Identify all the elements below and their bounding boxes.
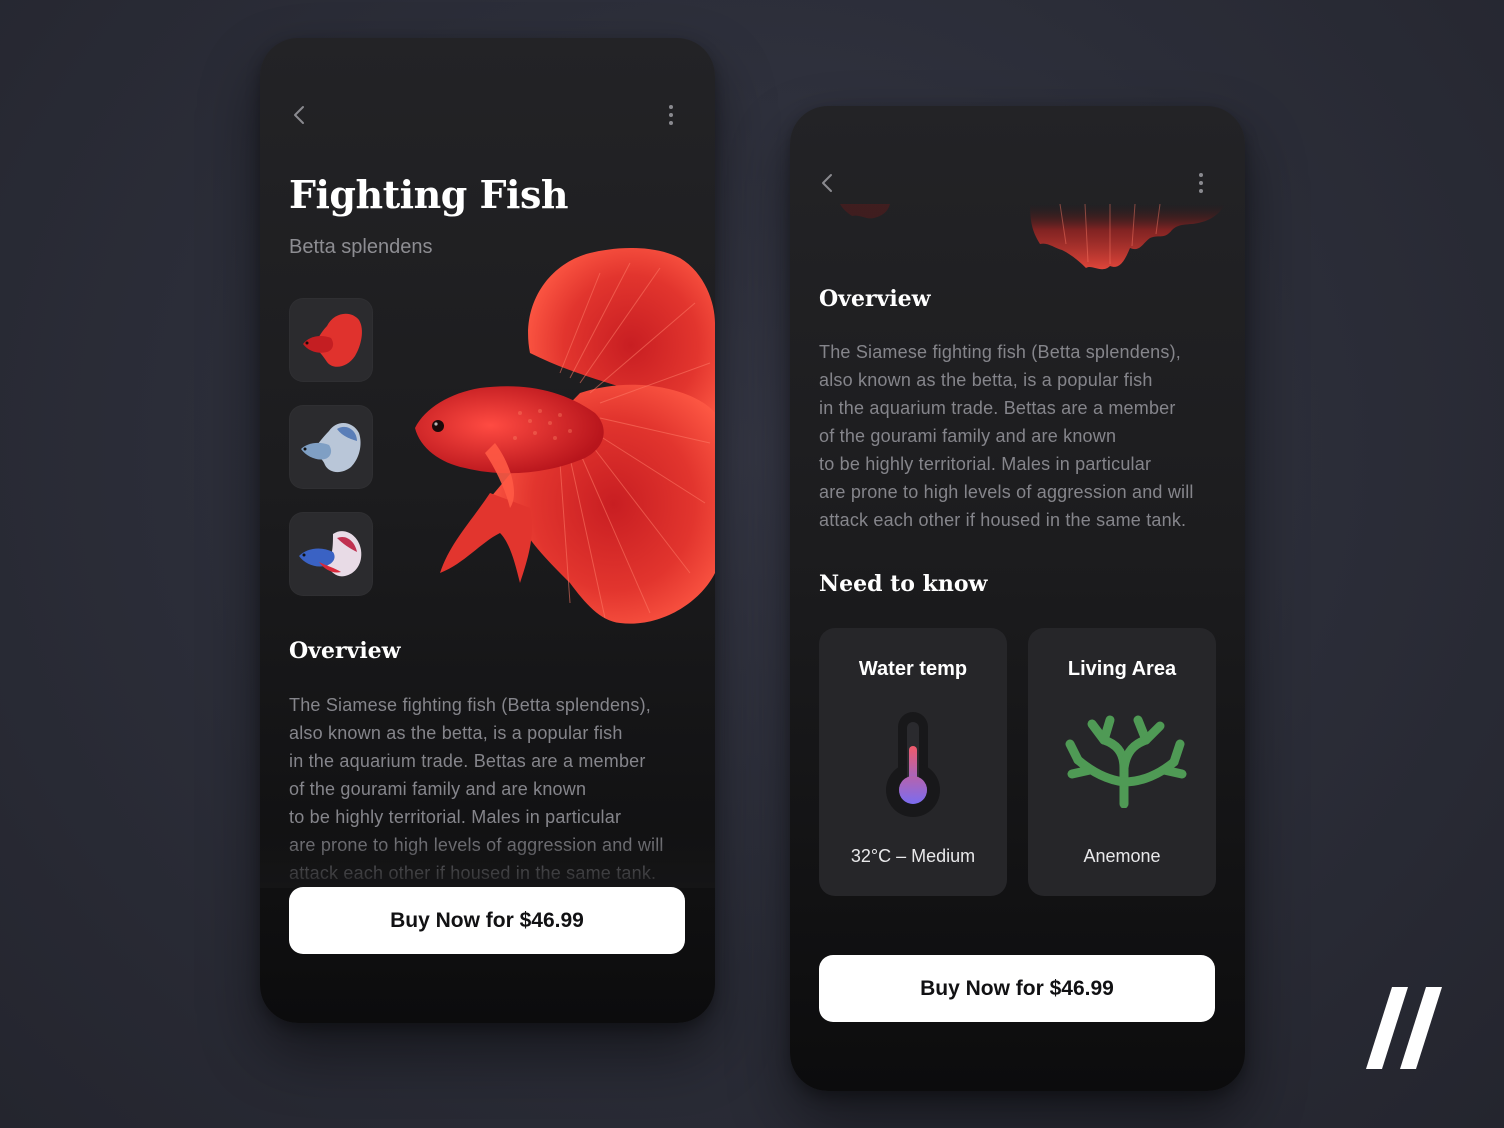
overview-line: also known as the betta, is a popular fi… — [819, 370, 1153, 390]
product-title: Fighting Fish — [289, 172, 568, 217]
thumbnail-blue-red-betta[interactable] — [289, 512, 373, 596]
coral-icon — [1065, 715, 1187, 808]
more-button[interactable] — [661, 100, 681, 130]
thumbnail-red-betta[interactable] — [289, 298, 373, 382]
overview-line: of the gourami family and are known — [289, 779, 587, 799]
red-betta-thumbnail-image — [303, 313, 362, 367]
chevron-left-icon — [294, 106, 304, 124]
living-area-value: Anemone — [1083, 846, 1161, 866]
overview-line: attack each other if housed in the same … — [819, 510, 1187, 530]
more-vertical-icon — [1199, 173, 1203, 193]
overview-line: to be highly territorial. Males in parti… — [289, 807, 622, 827]
overview-line: in the aquarium trade. Bettas are a memb… — [289, 751, 646, 771]
overview-line: The Siamese fighting fish (Betta splende… — [289, 695, 651, 715]
overview-heading: Overview — [289, 638, 401, 664]
water-temp-title: Water temp — [858, 658, 968, 680]
buy-now-button[interactable]: Buy Now for $46.99 — [819, 955, 1215, 1022]
brand-logo-slashes-icon — [1366, 987, 1442, 1069]
chevron-left-icon — [822, 174, 832, 192]
living-area-title: Living Area — [1067, 658, 1177, 680]
phone-screen-product: Fighting Fish Betta splendens Overview T… — [260, 38, 715, 1023]
overview-line: are prone to high levels of aggression a… — [819, 482, 1194, 502]
overview-heading: Overview — [819, 286, 931, 312]
thumbnail-blue-white-betta[interactable] — [289, 405, 373, 489]
back-button[interactable] — [285, 100, 315, 130]
buy-now-button[interactable]: Buy Now for $46.99 — [289, 887, 685, 954]
betta-fish-fin-peek-image — [840, 204, 1225, 270]
blue-white-betta-thumbnail-image — [301, 422, 361, 473]
more-button[interactable] — [1191, 168, 1211, 198]
betta-fish-hero-image — [415, 248, 715, 624]
overview-line: also known as the betta, is a popular fi… — [289, 723, 623, 743]
overview-line: in the aquarium trade. Bettas are a memb… — [819, 398, 1176, 418]
overview-description: The Siamese fighting fish (Betta splende… — [289, 691, 689, 887]
overview-line: are prone to high levels of aggression a… — [289, 835, 664, 855]
phone-screen-details: Overview The Siamese fighting fish (Bett… — [790, 106, 1245, 1091]
water-temp-value: 32°C – Medium — [850, 846, 976, 866]
back-button[interactable] — [813, 168, 843, 198]
more-vertical-icon — [669, 105, 673, 125]
living-area-card: Living Area Anemone — [1028, 628, 1216, 896]
need-to-know-heading: Need to know — [819, 571, 988, 597]
overview-line: The Siamese fighting fish (Betta splende… — [819, 342, 1181, 362]
overview-line: attack each other if housed in the same … — [289, 863, 657, 883]
overview-line: of the gourami family and are known — [819, 426, 1117, 446]
thermometer-icon — [886, 712, 940, 817]
overview-description: The Siamese fighting fish (Betta splende… — [819, 338, 1219, 534]
overview-line: to be highly territorial. Males in parti… — [819, 454, 1152, 474]
water-temp-card: Water temp 32°C – Medium — [819, 628, 1007, 896]
blue-red-betta-thumbnail-image — [299, 531, 362, 577]
